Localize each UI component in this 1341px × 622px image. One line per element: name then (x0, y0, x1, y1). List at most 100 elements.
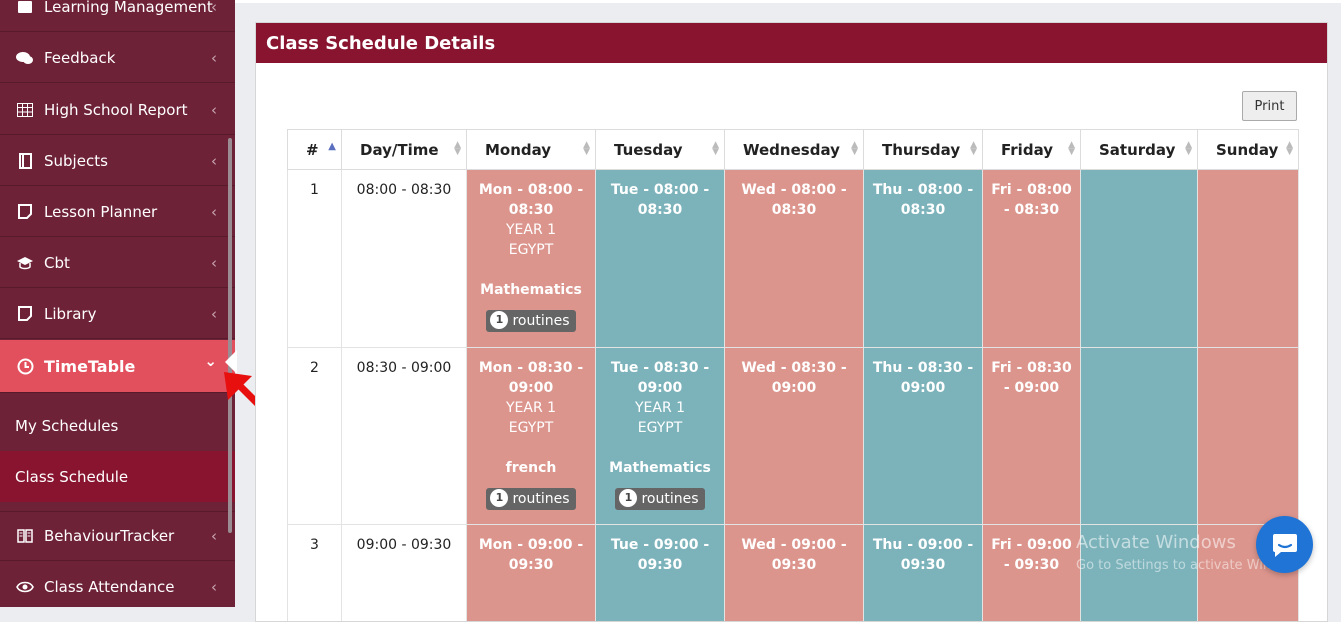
slot-time: Thu - 08:00 - 08:30 (868, 180, 978, 220)
column-header-tuesday[interactable]: Tuesday▲▼ (596, 130, 725, 170)
activate-windows-watermark: Activate Windows (1076, 532, 1236, 553)
top-bar (235, 0, 1341, 3)
sidebar-item-lesson-planner[interactable]: Lesson Planner ‹ (0, 187, 235, 237)
sort-icon: ▲▼ (970, 142, 977, 156)
schedule-cell[interactable]: Thu - 08:30 - 09:00 (864, 348, 983, 525)
row-time: 09:00 - 09:30 (342, 525, 467, 622)
schedule-cell[interactable]: Fri - 08:30 - 09:00 (983, 348, 1081, 525)
chevron-left-icon: ‹ (211, 101, 217, 119)
column-header-daytime[interactable]: Day/Time▲▼ (342, 130, 467, 170)
sidebar-item-label: High School Report (44, 101, 188, 119)
row-number: 3 (288, 525, 342, 622)
slot-time: Fri - 09:00 - 09:30 (987, 535, 1076, 575)
sidebar-item-learning-management[interactable]: Learning Management ‹ (0, 0, 235, 32)
slot-group: EGYPT (471, 240, 591, 260)
sidebar-item-high-school-report[interactable]: High School Report ‹ (0, 85, 235, 135)
sidebar-item-timetable[interactable]: TimeTable ⌄ (0, 340, 235, 393)
sidebar-item-label: Lesson Planner (44, 203, 157, 221)
sort-icon: ▲▼ (454, 142, 461, 156)
sort-icon: ▲▼ (851, 142, 858, 156)
chevron-left-icon: ‹ (211, 578, 217, 596)
slot-subject: Mathematics (600, 458, 720, 478)
slot-time: Fri - 08:00 - 08:30 (987, 180, 1076, 220)
schedule-cell[interactable] (1198, 170, 1299, 348)
clock-icon (16, 358, 34, 375)
slot-subject: french (471, 458, 591, 478)
column-header-wednesday[interactable]: Wednesday▲▼ (725, 130, 864, 170)
sidebar-item-subjects[interactable]: Subjects ‹ (0, 136, 235, 186)
slot-time: Thu - 08:30 - 09:00 (868, 358, 978, 398)
schedule-cell[interactable]: Mon - 09:00 - 09:30 (467, 525, 596, 622)
slot-time: Fri - 08:30 - 09:00 (987, 358, 1076, 398)
schedule-cell[interactable] (1081, 170, 1198, 348)
slot-class: YEAR 1 (471, 220, 591, 240)
slot-time: Mon - 09:00 - 09:30 (471, 535, 591, 575)
table-icon (16, 103, 34, 117)
slot-time: Wed - 08:30 - 09:00 (729, 358, 859, 398)
row-number: 2 (288, 348, 342, 525)
schedule-cell[interactable]: Thu - 08:00 - 08:30 (864, 170, 983, 348)
column-header-monday[interactable]: Monday▲▼ (467, 130, 596, 170)
schedule-cell[interactable]: Fri - 09:00 - 09:30 (983, 525, 1081, 622)
routines-count: 1 (490, 489, 508, 507)
print-button[interactable]: Print (1242, 91, 1297, 121)
column-header-number[interactable]: #▲ (288, 130, 342, 170)
schedule-cell[interactable]: Mon - 08:30 - 09:00 YEAR 1 EGYPT french … (467, 348, 596, 525)
schedule-cell[interactable] (1198, 348, 1299, 525)
column-header-sunday[interactable]: Sunday▲▼ (1198, 130, 1299, 170)
row-number: 1 (288, 170, 342, 348)
comments-icon (16, 51, 34, 65)
submenu-my-schedules[interactable]: My Schedules (0, 400, 235, 451)
book-icon (16, 153, 34, 169)
submenu-class-schedule[interactable]: Class Schedule (0, 451, 235, 502)
routines-count: 1 (490, 311, 508, 329)
chevron-left-icon: ‹ (211, 254, 217, 272)
chevron-left-icon: ‹ (211, 527, 217, 545)
sort-asc-icon: ▲ (328, 143, 336, 150)
sidebar-item-cbt[interactable]: Cbt ‹ (0, 238, 235, 288)
slot-class: YEAR 1 (600, 398, 720, 418)
slot-time: Thu - 09:00 - 09:30 (868, 535, 978, 575)
schedule-cell[interactable]: Wed - 08:00 - 08:30 (725, 170, 864, 348)
schedule-cell[interactable]: Thu - 09:00 - 09:30 (864, 525, 983, 622)
sidebar-item-label: Subjects (44, 152, 108, 170)
slot-subject: Mathematics (471, 280, 591, 300)
book-icon (16, 0, 34, 14)
eye-icon (16, 581, 34, 593)
column-header-friday[interactable]: Friday▲▼ (983, 130, 1081, 170)
schedule-cell[interactable]: Wed - 09:00 - 09:30 (725, 525, 864, 622)
schedule-cell[interactable] (1081, 348, 1198, 525)
table-header-row: #▲ Day/Time▲▼ Monday▲▼ Tuesday▲▼ Wednesd… (288, 130, 1299, 170)
sidebar-item-behaviour-tracker[interactable]: BehaviourTracker ‹ (0, 511, 235, 561)
row-time: 08:30 - 09:00 (342, 348, 467, 525)
sidebar-item-label: TimeTable (44, 357, 135, 376)
chevron-left-icon: ‹ (211, 203, 217, 221)
schedule-cell[interactable]: Tue - 08:00 - 08:30 (596, 170, 725, 348)
chevron-down-icon: ⌄ (204, 352, 217, 370)
sidebar-item-library[interactable]: Library ‹ (0, 289, 235, 339)
sidebar-item-label: BehaviourTracker (44, 527, 174, 545)
slot-time: Wed - 08:00 - 08:30 (729, 180, 859, 220)
column-header-saturday[interactable]: Saturday▲▼ (1081, 130, 1198, 170)
chat-button[interactable] (1256, 516, 1313, 573)
slot-group: EGYPT (471, 418, 591, 438)
sort-icon: ▲▼ (712, 142, 719, 156)
sidebar-item-feedback[interactable]: Feedback ‹ (0, 33, 235, 83)
schedule-cell[interactable]: Wed - 08:30 - 09:00 (725, 348, 864, 525)
note-icon (16, 204, 34, 219)
routines-badge[interactable]: 1routines (486, 488, 575, 510)
sidebar-item-label: Library (44, 305, 96, 323)
sidebar-item-class-attendance[interactable]: Class Attendance ‹ (0, 562, 235, 607)
routines-badge[interactable]: 1routines (615, 488, 704, 510)
chat-bubble-icon (1271, 532, 1299, 558)
slot-time: Tue - 09:00 - 09:30 (600, 535, 720, 575)
sidebar-scrollbar[interactable] (228, 138, 232, 533)
schedule-cell[interactable]: Tue - 08:30 - 09:00 YEAR 1 EGYPT Mathema… (596, 348, 725, 525)
schedule-cell[interactable]: Tue - 09:00 - 09:30 (596, 525, 725, 622)
schedule-cell[interactable]: Mon - 08:00 - 08:30 YEAR 1 EGYPT Mathema… (467, 170, 596, 348)
routines-count: 1 (619, 489, 637, 507)
routines-badge[interactable]: 1routines (486, 310, 575, 332)
routines-label: routines (641, 491, 698, 507)
schedule-cell[interactable]: Fri - 08:00 - 08:30 (983, 170, 1081, 348)
column-header-thursday[interactable]: Thursday▲▼ (864, 130, 983, 170)
